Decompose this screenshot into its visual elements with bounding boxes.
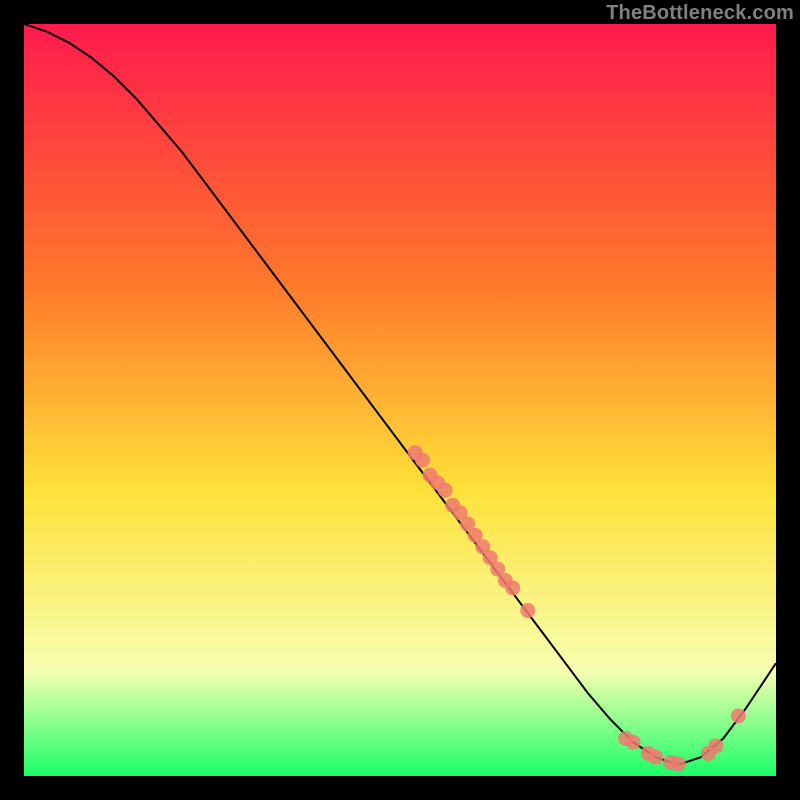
chart-svg [24,24,776,776]
data-marker [505,580,520,595]
chart-frame: TheBottleneck.com [0,0,800,800]
attribution-text: TheBottleneck.com [606,2,794,25]
data-marker [626,735,641,750]
chart-background [24,24,776,776]
data-marker [520,603,535,618]
data-marker [708,738,723,753]
data-marker [648,750,663,765]
data-marker [415,453,430,468]
data-marker [438,483,453,498]
data-marker [671,756,686,771]
data-marker [731,708,746,723]
